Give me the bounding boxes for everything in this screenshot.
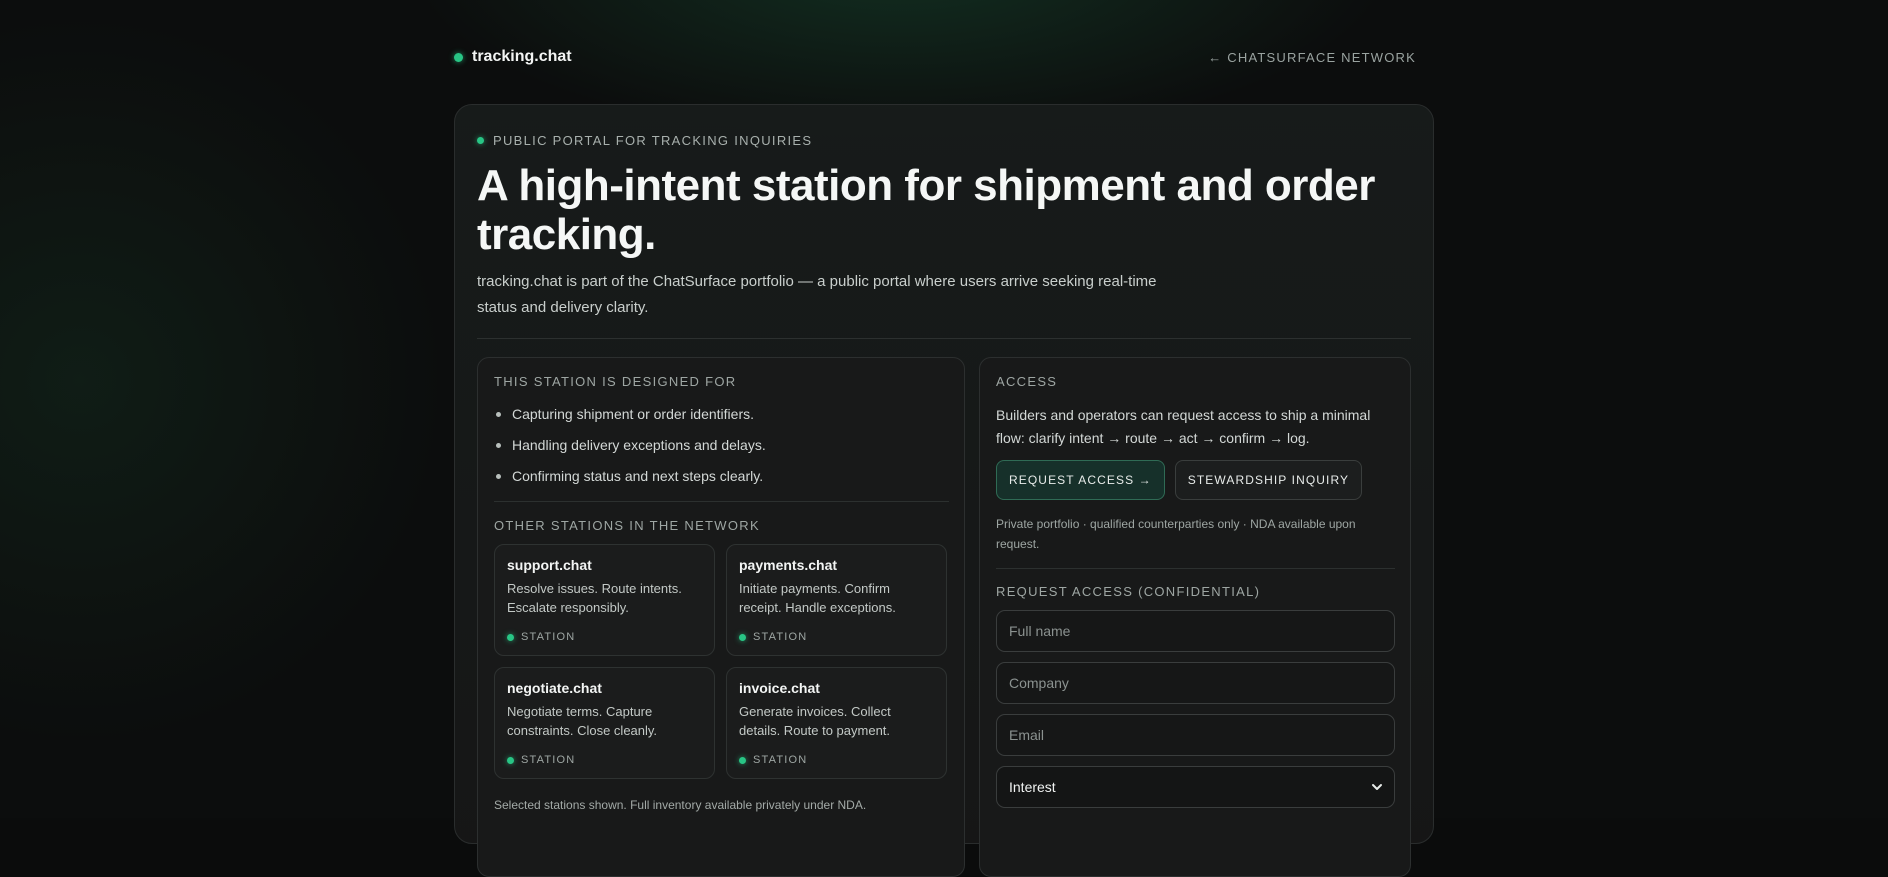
station-card-negotiate[interactable]: negotiate.chat Negotiate terms. Capture … <box>494 667 715 779</box>
email-input[interactable] <box>996 714 1395 756</box>
status-dot-icon <box>507 633 514 641</box>
list-item: Handling delivery exceptions and delays. <box>494 435 944 466</box>
network-label: OTHER STATIONS IN THE NETWORK <box>494 518 760 533</box>
access-panel: ACCESS Builders and operators can reques… <box>979 357 1411 877</box>
list-item: Capturing shipment or order identifiers. <box>494 404 944 435</box>
divider <box>494 501 949 502</box>
station-name: payments.chat <box>739 557 838 573</box>
full-name-input[interactable] <box>996 610 1395 652</box>
company-input[interactable] <box>996 662 1395 704</box>
fine-print: Private portfolio · qualified counterpar… <box>996 517 1356 551</box>
access-label: ACCESS <box>996 374 1058 389</box>
interest-select[interactable]: Interest <box>996 766 1395 808</box>
stewardship-inquiry-button[interactable]: STEWARDSHIP INQUIRY <box>1174 460 1363 500</box>
station-name: support.chat <box>507 557 592 573</box>
access-description: Builders and operators can request acces… <box>996 407 1371 446</box>
status-dot-icon <box>739 756 746 764</box>
station-tag: STATION <box>507 631 575 643</box>
network-footnote: Selected stations shown. Full inventory … <box>494 798 867 812</box>
eyebrow: PUBLIC PORTAL FOR TRACKING INQUIRIES <box>477 133 812 148</box>
station-description: Generate invoices. Collect details. Rout… <box>739 704 891 738</box>
page-title: A high-intent station for shipment and o… <box>477 161 1375 259</box>
station-card-payments[interactable]: payments.chat Initiate payments. Confirm… <box>726 544 947 656</box>
status-dot-icon <box>454 52 463 62</box>
top-bar: tracking.chat ← CHATSURFACE NETWORK <box>454 40 1416 74</box>
station-tag-label: STATION <box>753 631 808 643</box>
request-access-button[interactable]: REQUEST ACCESS → <box>996 460 1165 500</box>
station-card-invoice[interactable]: invoice.chat Generate invoices. Collect … <box>726 667 947 779</box>
station-description: Resolve issues. Route intents. Escalate … <box>507 581 682 615</box>
designed-for-list: Capturing shipment or order identifiers.… <box>494 404 944 497</box>
station-card-support[interactable]: support.chat Resolve issues. Route inten… <box>494 544 715 656</box>
designed-for-label: THIS STATION IS DESIGNED FOR <box>494 374 737 389</box>
access-buttons: REQUEST ACCESS → STEWARDSHIP INQUIRY <box>996 460 1363 500</box>
brand-name: tracking.chat <box>472 48 572 65</box>
station-name: negotiate.chat <box>507 680 602 696</box>
eyebrow-label: PUBLIC PORTAL FOR TRACKING INQUIRIES <box>493 133 813 148</box>
status-dot-icon <box>477 137 484 144</box>
chatsurface-network-link[interactable]: ← CHATSURFACE NETWORK <box>1208 50 1416 65</box>
brand-link[interactable]: tracking.chat <box>454 48 572 66</box>
station-name: invoice.chat <box>739 680 820 696</box>
request-form-label: REQUEST ACCESS (CONFIDENTIAL) <box>996 584 1261 599</box>
station-tag: STATION <box>739 631 807 643</box>
station-tag: STATION <box>507 754 575 766</box>
station-tag: STATION <box>739 754 807 766</box>
status-dot-icon <box>739 633 746 641</box>
status-dot-icon <box>507 756 514 764</box>
station-grid: support.chat Resolve issues. Route inten… <box>494 544 949 779</box>
intro-text: tracking.chat is part of the ChatSurface… <box>477 273 1157 316</box>
chevron-down-icon <box>1372 784 1382 790</box>
station-description: Negotiate terms. Capture constraints. Cl… <box>507 704 658 738</box>
station-tag-label: STATION <box>753 754 808 766</box>
station-tag-label: STATION <box>521 631 576 643</box>
station-tag-label: STATION <box>521 754 576 766</box>
interest-select-value: Interest <box>1009 779 1056 795</box>
station-description: Initiate payments. Confirm receipt. Hand… <box>739 581 896 615</box>
main-card: PUBLIC PORTAL FOR TRACKING INQUIRIES A h… <box>454 104 1434 877</box>
divider <box>477 338 1411 339</box>
list-item: Confirming status and next steps clearly… <box>494 466 944 497</box>
divider <box>996 568 1395 569</box>
designed-for-panel: THIS STATION IS DESIGNED FOR Capturing s… <box>477 357 965 877</box>
